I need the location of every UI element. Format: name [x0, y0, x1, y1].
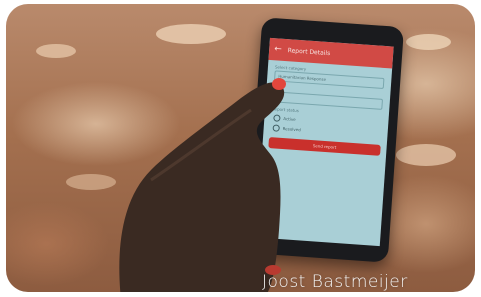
light-speckle — [36, 44, 76, 58]
light-speckle — [396, 144, 456, 166]
fingernail — [272, 78, 286, 90]
app-title: Report Details — [287, 46, 331, 57]
photo-credit: Joost Bastmeijer — [262, 272, 408, 292]
hand — [119, 78, 286, 292]
light-speckle — [406, 34, 451, 50]
back-arrow-icon[interactable]: ← — [274, 44, 282, 55]
photo: ← Report Details Select category Humanit… — [6, 4, 475, 292]
light-speckle — [66, 174, 116, 190]
app-bar: ← Report Details — [268, 37, 394, 69]
hand-shape — [119, 82, 285, 292]
light-speckle — [156, 24, 226, 44]
